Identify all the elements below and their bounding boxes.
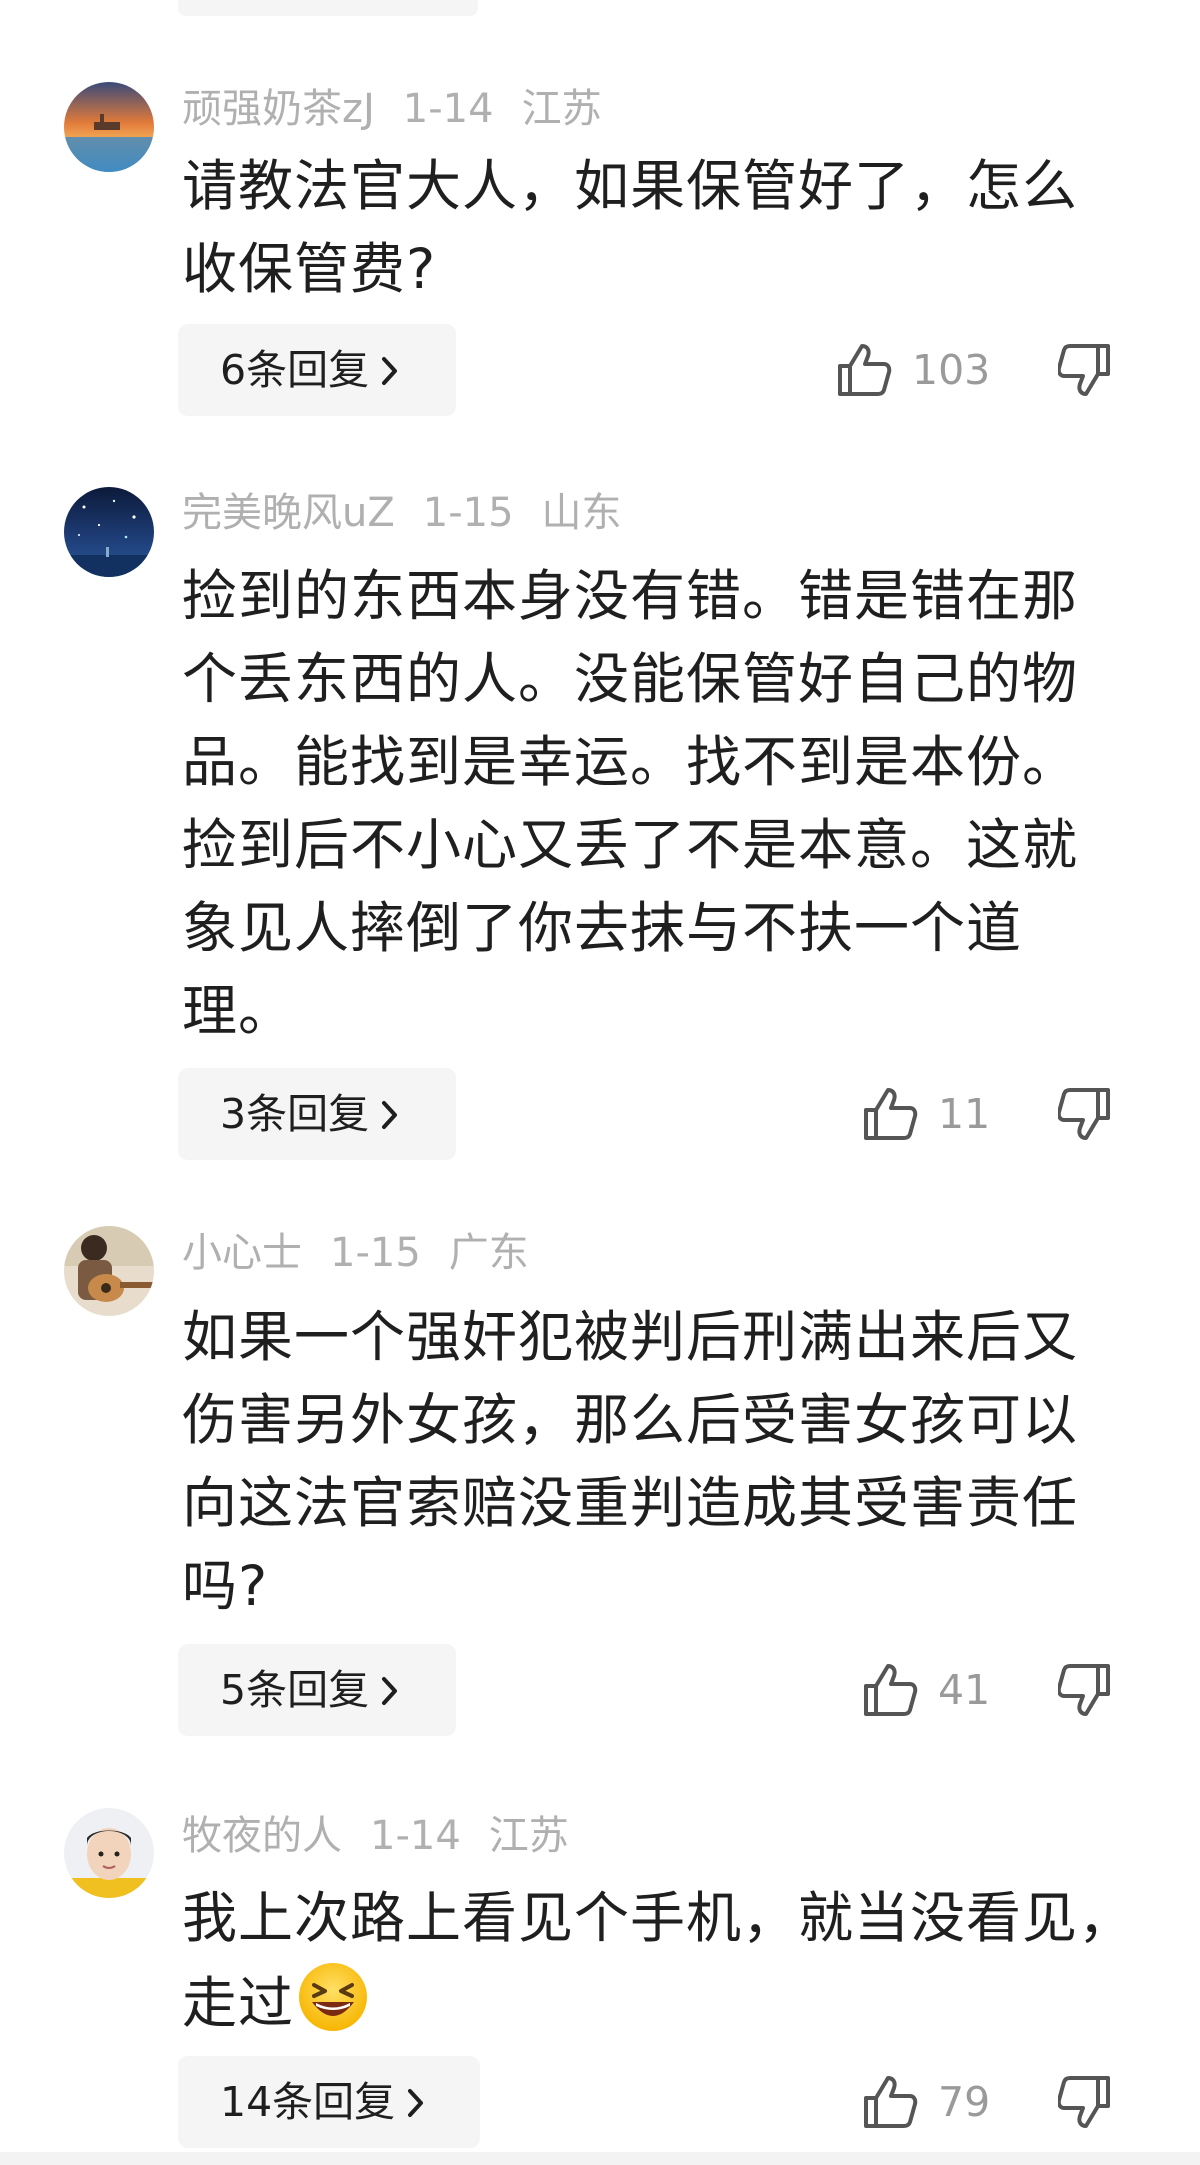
chevron-right-icon bbox=[382, 1677, 398, 1705]
comment-text-line: 吗? bbox=[182, 1554, 269, 1618]
view-replies-button[interactable]: 3条回复 bbox=[178, 1068, 456, 1160]
comment-text-line: 如果一个强奸犯被判后刑满出来后又 bbox=[182, 1305, 1079, 1369]
comment-location: 江苏 bbox=[521, 86, 602, 132]
comment-text-line: 象见人摔倒了你去抹与不扶一个道 bbox=[182, 896, 1023, 960]
comment-text-line: 向这法官索赔没重判造成其受害责任 bbox=[182, 1471, 1079, 1535]
like-count: 41 bbox=[938, 1666, 991, 1714]
comment-location: 山东 bbox=[541, 490, 622, 536]
chevron-right-icon bbox=[382, 357, 398, 385]
user-avatar[interactable] bbox=[64, 487, 154, 577]
comment-meta: 小心士 1-15 广东 bbox=[182, 1228, 529, 1278]
grinning-squinting-face-emoji bbox=[299, 1963, 368, 2031]
comment-meta: 完美晚风uZ 1-15 山东 bbox=[182, 488, 622, 538]
thumbs-up-icon bbox=[864, 2076, 918, 2128]
view-replies-button[interactable]: 5条回复 bbox=[178, 1644, 456, 1736]
username[interactable]: 牧夜的人 bbox=[182, 1813, 342, 1859]
comment-text-line: 个丢东西的人。没能保管好自己的物 bbox=[182, 647, 1079, 711]
view-replies-button[interactable]: 6条回复 bbox=[178, 324, 456, 416]
thumbs-up-icon bbox=[864, 1088, 918, 1140]
guitar-player-avatar bbox=[64, 1226, 154, 1316]
comment-date: 1-14 bbox=[370, 1813, 461, 1859]
reply-count-label: 6条回复 bbox=[220, 346, 370, 394]
comment-text: 请教法官大人，如果保管好了，怎么 收保管费? bbox=[182, 145, 1142, 311]
comment-location: 江苏 bbox=[488, 1813, 569, 1859]
comment-text-line: 伤害另外女孩，那么后受害女孩可以 bbox=[182, 1388, 1079, 1452]
comment-text: 我上次路上看见个手机，就当没看见， 走过 bbox=[182, 1877, 1142, 2045]
thumbs-up-icon bbox=[864, 1664, 918, 1716]
view-replies-button[interactable]: 14条回复 bbox=[178, 2056, 480, 2148]
comment-date: 1-14 bbox=[402, 86, 494, 132]
thumbs-down-icon[interactable] bbox=[1058, 340, 1114, 400]
thumbs-up-icon bbox=[838, 344, 892, 396]
comment-text-line: 走过 bbox=[182, 1960, 1142, 2045]
comment-text-line: 收保管费? bbox=[182, 237, 437, 301]
like-button[interactable]: 11 bbox=[860, 1079, 990, 1149]
like-count: 79 bbox=[938, 2078, 991, 2126]
like-button[interactable]: 79 bbox=[860, 2067, 990, 2137]
username[interactable]: 完美晚风uZ bbox=[182, 490, 395, 536]
user-avatar[interactable] bbox=[64, 1808, 154, 1898]
comment-text-line: 品。能找到是幸运。找不到是本份。 bbox=[182, 730, 1079, 794]
like-button[interactable]: 41 bbox=[860, 1655, 990, 1725]
comment-location: 广东 bbox=[448, 1230, 529, 1276]
child-portrait-avatar bbox=[64, 1808, 154, 1898]
comment-text-line: 理。 bbox=[182, 979, 295, 1043]
like-button[interactable]: 103 bbox=[834, 335, 990, 405]
reply-count-label: 3条回复 bbox=[220, 1090, 370, 1138]
like-count: 103 bbox=[912, 346, 991, 394]
thumbs-down-icon[interactable] bbox=[1058, 2072, 1114, 2132]
user-avatar[interactable] bbox=[64, 1226, 154, 1316]
thumbs-down-icon[interactable] bbox=[1058, 1084, 1114, 1144]
chevron-right-icon bbox=[382, 1101, 398, 1129]
comment-text: 如果一个强奸犯被判后刑满出来后又 伤害另外女孩，那么后受害女孩可以 向这法官索赔… bbox=[182, 1296, 1142, 1628]
username[interactable]: 顽强奶茶zJ bbox=[182, 86, 375, 132]
previous-reply-button-edge bbox=[178, 0, 478, 16]
bottom-divider bbox=[0, 2152, 1200, 2165]
like-count: 11 bbox=[938, 1090, 991, 1138]
comment-text-line: 请教法官大人，如果保管好了，怎么 bbox=[182, 154, 1079, 218]
sunset-sea-avatar bbox=[64, 82, 154, 172]
comment-date: 1-15 bbox=[330, 1230, 421, 1276]
thumbs-down-icon[interactable] bbox=[1058, 1660, 1114, 1720]
reply-count-label: 5条回复 bbox=[220, 1666, 370, 1714]
chevron-right-icon bbox=[408, 2089, 424, 2117]
comment-meta: 顽强奶茶zJ 1-14 江苏 bbox=[182, 84, 602, 134]
comment-date: 1-15 bbox=[422, 490, 514, 536]
comment-text-line: 捡到后不小心又丢了不是本意。这就 bbox=[182, 813, 1079, 877]
comment-text-line: 捡到的东西本身没有错。错是错在那 bbox=[182, 564, 1079, 628]
comment-text: 捡到的东西本身没有错。错是错在那 个丢东西的人。没能保管好自己的物 品。能找到是… bbox=[182, 555, 1142, 1053]
username[interactable]: 小心士 bbox=[182, 1230, 302, 1276]
comment-text-line: 我上次路上看见个手机，就当没看见， bbox=[182, 1886, 1135, 1950]
comment-text-line-segment: 走过 bbox=[182, 1971, 295, 2035]
comment-meta: 牧夜的人 1-14 江苏 bbox=[182, 1811, 569, 1861]
starry-night-avatar bbox=[64, 487, 154, 577]
reply-count-label: 14条回复 bbox=[220, 2078, 396, 2126]
user-avatar[interactable] bbox=[64, 82, 154, 172]
